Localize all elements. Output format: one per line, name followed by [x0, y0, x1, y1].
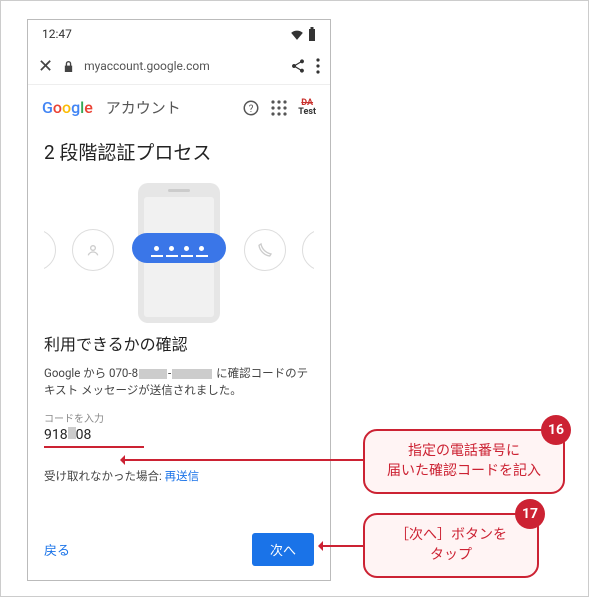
callout-16: 16 指定の電話番号に 届いた確認コードを記入	[363, 429, 565, 494]
google-header: Google アカウント ? DA Test	[28, 84, 330, 130]
status-bar: 12:47	[28, 20, 330, 48]
close-icon[interactable]: ✕	[38, 56, 53, 77]
main-content: 2 段階認証プロセス 利用できるかの確認 Google から 070-8- に確…	[28, 130, 330, 484]
kebab-menu-icon[interactable]	[316, 58, 320, 74]
apps-grid-icon[interactable]	[270, 99, 288, 117]
person-circle-icon	[72, 229, 114, 271]
wifi-icon	[290, 28, 304, 40]
status-time: 12:47	[42, 27, 72, 41]
lock-icon	[63, 60, 74, 73]
callout-text-17: ［次へ］ボタンを タップ	[381, 525, 521, 566]
code-bubble	[132, 233, 226, 263]
address-bar: ✕ myaccount.google.com	[28, 48, 330, 84]
footer-row: 戻る 次へ	[44, 533, 314, 566]
back-button[interactable]: 戻る	[44, 540, 70, 559]
callout-text-16: 指定の電話番号に 届いた確認コードを記入	[381, 441, 547, 482]
code-field-label: コードを入力	[44, 410, 314, 425]
callout-arrow-16	[123, 459, 363, 461]
callout-17: 17 ［次へ］ボタンを タップ	[363, 513, 539, 578]
battery-icon	[308, 27, 316, 41]
section-subtitle: 利用できるかの確認	[44, 331, 314, 355]
page-url: myaccount.google.com	[84, 59, 280, 73]
next-button[interactable]: 次へ	[252, 533, 314, 566]
page-title: 2 段階認証プロセス	[44, 138, 314, 165]
redacted-phone-part	[139, 369, 167, 379]
svg-text:?: ?	[249, 103, 254, 114]
callout-number-16: 16	[541, 415, 571, 445]
illustration	[44, 175, 314, 325]
share-icon[interactable]	[290, 58, 306, 74]
resend-link[interactable]: 再送信	[165, 469, 200, 483]
account-label: アカウント	[106, 97, 181, 118]
lock-circle-icon	[44, 229, 56, 271]
description-text: Google から 070-8- に確認コードのテキスト メッセージが送信されま…	[44, 365, 314, 400]
key-circle-icon	[302, 229, 314, 271]
profile-badge[interactable]: DA Test	[298, 99, 316, 117]
help-icon[interactable]: ?	[242, 99, 260, 117]
phone-frame: 12:47 ✕ myaccount.google.com Google アカウン…	[27, 19, 331, 581]
phone-circle-icon	[244, 229, 286, 271]
google-logo: Google	[42, 98, 93, 117]
code-input[interactable]: 91808	[44, 425, 144, 448]
redacted-digit	[68, 427, 76, 439]
redacted-phone-part	[172, 369, 212, 379]
resend-row: 受け取れなかった場合: 再送信	[44, 468, 314, 484]
status-icons	[290, 27, 316, 41]
callout-number-17: 17	[515, 499, 545, 529]
callout-arrow-17	[321, 545, 363, 547]
